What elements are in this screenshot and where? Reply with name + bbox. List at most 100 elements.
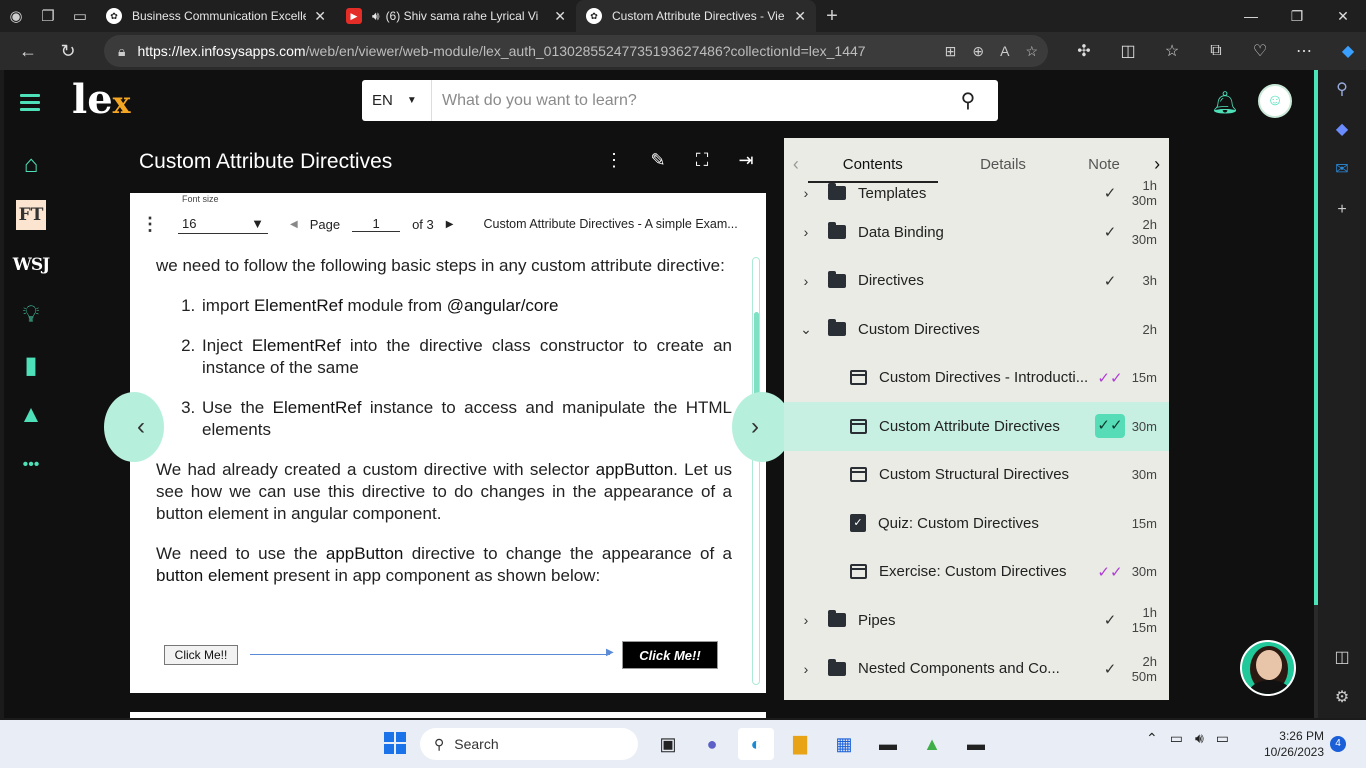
ft-link[interactable]: FT (4, 190, 58, 240)
url-path: /web/en/viewer/web-module/lex_auth_01302… (305, 43, 866, 59)
chevron-right-icon[interactable]: › (784, 273, 828, 289)
chevron-right-icon[interactable]: › (1145, 154, 1169, 175)
browser-tab[interactable]: ✿ Business Communication Excelle ✕ (96, 0, 336, 32)
toc-item-row[interactable]: Custom Directives - Introducti... ✓✓ 15m (784, 354, 1169, 403)
chevron-right-icon[interactable]: › (784, 612, 828, 628)
bell-icon[interactable]: 🔔︎ (1211, 90, 1239, 116)
toc-item-row[interactable]: Exercise: Custom Directives ✓✓ 30m (784, 548, 1169, 597)
chevron-up-icon[interactable]: ⌃ (1146, 730, 1158, 747)
navigate-icon[interactable]: ▲ (4, 390, 58, 440)
chevron-right-icon[interactable]: › (784, 661, 828, 677)
toc-folder-row[interactable]: › Pipes ✓ 1h 15m (784, 596, 1169, 645)
toc-folder-row[interactable]: › Directives ✓ 3h (784, 257, 1169, 306)
close-icon[interactable]: ✕ (794, 8, 806, 25)
toc-item-row[interactable]: ✓ Quiz: Custom Directives 15m (784, 499, 1169, 548)
chevron-right-icon[interactable]: › (784, 185, 828, 201)
viewer-scrollbar[interactable] (752, 257, 760, 685)
network-icon[interactable]: ▭ (1170, 730, 1183, 747)
toc-item-row[interactable]: Custom Structural Directives 30m (784, 451, 1169, 500)
toc-item-row-selected[interactable]: Custom Attribute Directives ✓✓ 30m (784, 402, 1169, 451)
tab-notes[interactable]: Note (1068, 156, 1145, 173)
more-vert-icon[interactable]: ⋮ (602, 150, 626, 171)
edge-icon[interactable]: ◐ (738, 728, 774, 760)
favorites-icon[interactable]: ☆ (1150, 41, 1194, 61)
taskbar-search[interactable]: ⚲ Search (420, 728, 638, 760)
copilot-icon[interactable]: ◆ (1318, 110, 1366, 150)
notes-icon[interactable]: ✎ (646, 150, 670, 171)
menu-icon[interactable] (20, 94, 40, 115)
windows-start-icon[interactable] (384, 732, 406, 754)
page-input[interactable]: 1 (352, 216, 401, 232)
refresh-icon[interactable]: ↻ (48, 32, 88, 70)
chevron-down-icon[interactable]: ⌄ (784, 321, 828, 338)
wsj-link[interactable]: WSJ (4, 240, 58, 290)
search-icon[interactable]: ⚲ (1318, 70, 1366, 110)
search-input[interactable] (432, 81, 938, 120)
restore-icon[interactable]: ❐ (1274, 0, 1320, 32)
apps-icon[interactable]: ⊞ (945, 43, 957, 60)
prev-page-icon[interactable]: ◀ (290, 219, 298, 230)
toc-folder-row[interactable]: ⌄ Custom Directives 2h (784, 305, 1169, 354)
prev-content-button[interactable]: ‹ (104, 392, 164, 462)
tab-actions-icon[interactable]: ▭ (64, 0, 96, 32)
sidebar-toggle-icon[interactable]: ◫ (1318, 638, 1366, 678)
taskbar: ⚲ Search ▣ ● ◐ ▇ ▦ ▬ ▲ ▬ ⌃ ▭ 🔊︎ ▭ 3:26 P… (0, 720, 1366, 768)
performance-icon[interactable]: ♡ (1238, 41, 1282, 61)
avatar[interactable]: ☺ (1258, 84, 1292, 118)
url-field[interactable]: 🔒︎ https://lex.infosysapps.com /web/en/v… (104, 35, 1048, 67)
zoom-icon[interactable]: ⊕ (972, 43, 984, 60)
collections-icon[interactable]: ⧉ (1194, 42, 1238, 60)
terminal-icon[interactable]: ▬ (958, 728, 994, 760)
audio-icon[interactable]: 🔊︎ (372, 9, 380, 24)
workspaces-icon[interactable]: ❐ (32, 0, 64, 32)
lightbulb-icon[interactable]: 💡︎ (4, 290, 58, 340)
extensions-icon[interactable]: ✣ (1062, 41, 1106, 61)
clock[interactable]: 3:26 PM 10/26/2023 (1258, 728, 1324, 760)
more-menu-icon[interactable]: ⋯ (1282, 41, 1326, 61)
toc-folder-row[interactable]: › Nested Components and Co... ✓ 2h 50m (784, 645, 1169, 694)
app-icon[interactable]: ▲ (914, 728, 950, 760)
split-screen-icon[interactable]: ◫ (1106, 41, 1150, 61)
profile-icon[interactable]: ◉ (0, 0, 32, 32)
browser-tab-active[interactable]: ✿ Custom Attribute Directives - Vie ✕ (576, 0, 816, 32)
read-aloud-icon[interactable]: A (1000, 43, 1009, 59)
store-icon[interactable]: ▦ (826, 728, 862, 760)
search-icon[interactable]: ⚲ (938, 88, 998, 113)
settings-icon[interactable]: ⚙ (1318, 678, 1366, 718)
more-icon[interactable]: ••• (4, 440, 58, 490)
back-icon[interactable]: ← (8, 32, 48, 70)
copilot-icon[interactable]: ◆ (1326, 41, 1366, 61)
task-view-icon[interactable]: ▣ (650, 728, 686, 760)
lex-logo[interactable]: lex (72, 76, 131, 123)
teams-icon[interactable]: ● (694, 728, 730, 760)
volume-icon[interactable]: 🔊︎ (1195, 730, 1204, 747)
close-icon[interactable]: ✕ (554, 8, 566, 25)
new-tab-icon[interactable]: + (816, 0, 848, 32)
font-size-select[interactable]: Font size 16 ▼ (178, 194, 268, 234)
language-select[interactable]: EN ▼ (362, 80, 432, 121)
chevron-left-icon[interactable]: ‹ (784, 154, 808, 175)
collapse-panel-icon[interactable]: ⇥ (734, 150, 758, 171)
home-icon[interactable]: ⌂ (4, 140, 58, 190)
tab-details[interactable]: Details (938, 156, 1068, 173)
toc-folder-row[interactable]: › Templates ✓ 1h 30m (784, 178, 1169, 208)
close-icon[interactable]: ✕ (314, 8, 326, 25)
outlook-icon[interactable]: ✉ (1318, 150, 1366, 190)
minimize-icon[interactable]: — (1228, 0, 1274, 32)
assistant-avatar[interactable] (1240, 640, 1296, 696)
next-page-icon[interactable]: ▶ (446, 219, 454, 230)
file-explorer-icon[interactable]: ▇ (782, 728, 818, 760)
notification-badge[interactable]: 4 (1330, 736, 1346, 752)
close-window-icon[interactable]: ✕ (1320, 0, 1366, 32)
next-content-button[interactable]: › (732, 392, 792, 462)
terminal-icon[interactable]: ▬ (870, 728, 906, 760)
toc-folder-row[interactable]: › Data Binding ✓ 2h 30m (784, 208, 1169, 257)
add-icon[interactable]: + (1318, 190, 1366, 230)
viewer-menu-icon[interactable]: ⋮ (130, 214, 170, 235)
chevron-right-icon[interactable]: › (784, 224, 828, 240)
fullscreen-icon[interactable]: ⛶ (690, 150, 714, 171)
favorite-star-icon[interactable]: ☆ (1025, 43, 1038, 60)
battery-icon[interactable]: ▭ (1216, 730, 1229, 747)
browser-tab[interactable]: ▶ 🔊︎ (6) Shiv sama rahe Lyrical Vi ✕ (336, 0, 576, 32)
bookmark-icon[interactable]: ▮ (4, 340, 58, 390)
